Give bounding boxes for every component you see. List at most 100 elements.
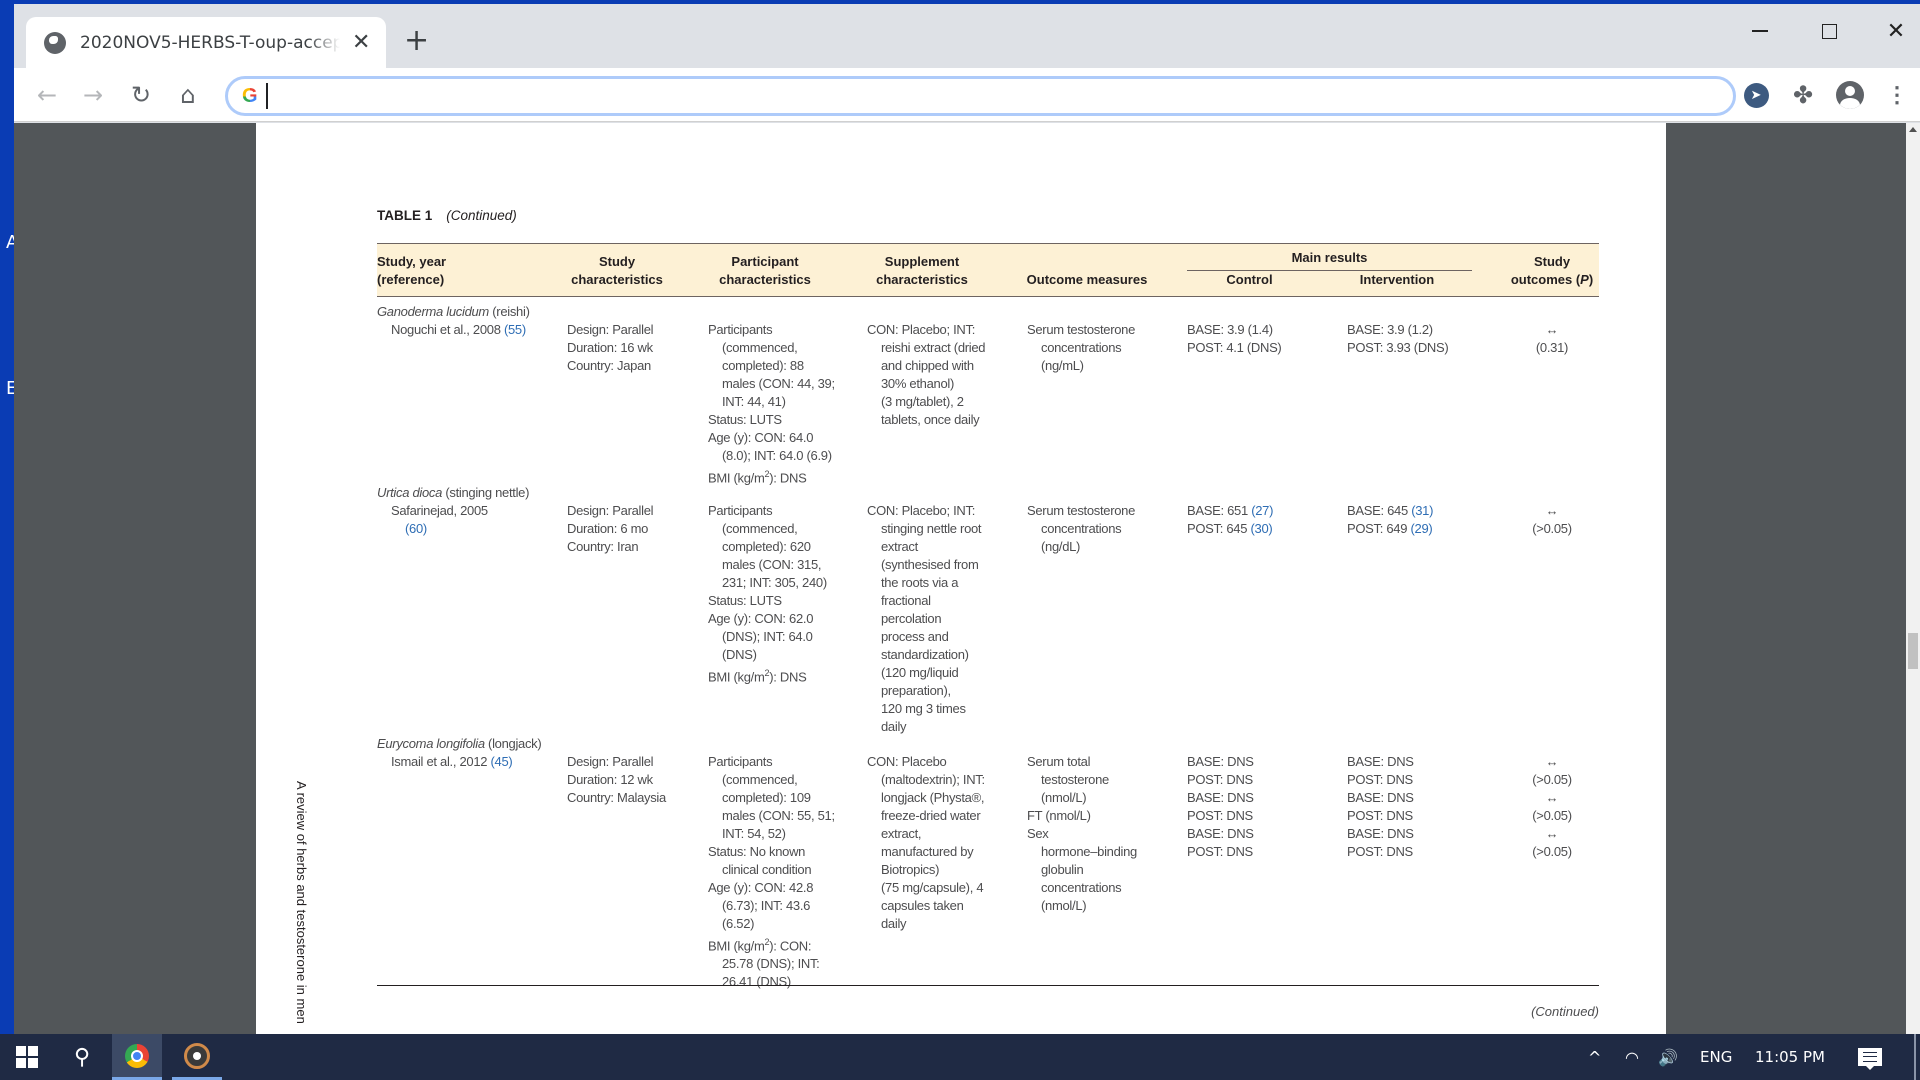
table-row: Urtica dioca (stinging nettle) Safarineja…: [377, 484, 1599, 735]
supplement-characteristics-line: tablets, once daily: [881, 412, 980, 427]
study-reference: Noguchi et al., 2008 (55): [391, 321, 526, 339]
reload-icon[interactable]: ↻: [124, 78, 158, 112]
citation-link[interactable]: (31): [1411, 503, 1433, 518]
control-results-line: POST: 645 (30): [1187, 521, 1273, 536]
participant-characteristics: Participants (commenced, completed): 620 ma…: [708, 502, 827, 686]
header-supplement-characteristics: Supplement characteristics: [876, 254, 968, 287]
intervention-results-line: POST: DNS: [1347, 772, 1413, 787]
taskbar-chrome[interactable]: [112, 1034, 162, 1080]
citation-link[interactable]: (29): [1410, 521, 1432, 536]
address-bar[interactable]: G: [225, 76, 1736, 116]
language-indicator[interactable]: ENG: [1700, 1034, 1732, 1080]
scroll-up-arrow-icon[interactable]: [1909, 127, 1917, 132]
maximize-button[interactable]: [1799, 16, 1859, 46]
volume-icon[interactable]: 🔊: [1658, 1034, 1678, 1080]
tab-document[interactable]: 2020NOV5-HERBS-T-oup-accepted ✕: [26, 17, 386, 68]
supplement-characteristics-line: (maltodextrin); INT:: [881, 772, 985, 787]
minimize-button[interactable]: [1730, 16, 1790, 46]
back-arrow-icon[interactable]: ←: [30, 78, 64, 112]
study-outcome-p-line: (0.31): [1535, 340, 1569, 355]
intervention-results-line: POST: 3.93 (DNS): [1347, 340, 1449, 355]
extension-button[interactable]: ➤: [1741, 80, 1771, 110]
table-row: Eurycoma longifolia (longjack) Ismail et …: [377, 735, 1599, 989]
intervention-results-line: BASE: 645 (31): [1347, 503, 1434, 518]
participant-characteristics-line: (commenced,: [722, 772, 798, 787]
study-characteristics-line: Duration: 6 mo: [567, 521, 649, 536]
outcome-measures-line: Sex: [1027, 826, 1049, 841]
participant-characteristics-line: completed): 88: [722, 358, 804, 373]
supplement-characteristics-line: capsules taken: [881, 898, 964, 913]
start-button[interactable]: [0, 1034, 54, 1080]
outcome-measures-line: (nmol/L): [1041, 790, 1087, 805]
notification-center-icon[interactable]: [1858, 1048, 1882, 1070]
taskbar-media-app[interactable]: [172, 1034, 222, 1080]
supplement-characteristics-line: freeze-dried water: [881, 808, 981, 823]
forward-arrow-icon[interactable]: →: [76, 78, 110, 112]
supplement-characteristics-line: extract: [881, 539, 918, 554]
participant-characteristics-line: INT: 44, 41): [722, 394, 786, 409]
search-button[interactable]: ⚲: [56, 1034, 108, 1080]
control-results-line: POST: 4.1 (DNS): [1187, 340, 1282, 355]
extensions-puzzle-icon[interactable]: ✤: [1788, 80, 1818, 110]
table-body: Ganoderma lucidum (reishi) Noguchi et al.…: [377, 297, 1599, 989]
profile-button[interactable]: [1835, 80, 1865, 110]
close-icon: ✕: [1886, 18, 1906, 44]
citation-link[interactable]: (30): [1250, 521, 1272, 536]
tab-title: 2020NOV5-HERBS-T-oup-accepted: [80, 32, 340, 53]
outcome-measures-line: (nmol/L): [1041, 898, 1087, 913]
supplement-characteristics: CON: Placebo (maltodextrin); INT: longjack…: [867, 753, 985, 933]
supplement-characteristics-line: (synthesised from: [881, 557, 979, 572]
study-outcome-p-line: ↔: [1545, 503, 1559, 518]
outcome-measures-line: FT (nmol/L): [1027, 808, 1091, 823]
participant-characteristics-line: clinical condition: [722, 862, 812, 877]
header-control: Control: [1226, 272, 1273, 287]
scrollbar-thumb[interactable]: [1908, 633, 1918, 669]
supplement-characteristics-line: (75 mg/capsule), 4: [881, 880, 984, 895]
show-desktop-button[interactable]: [1914, 1034, 1916, 1080]
participant-characteristics-line: INT: 54, 52): [722, 826, 786, 841]
intervention-results-line: POST: DNS: [1347, 808, 1413, 823]
citation-link[interactable]: (60): [405, 521, 427, 536]
control-results-line: POST: DNS: [1187, 772, 1253, 787]
intervention-results-line: POST: DNS: [1347, 844, 1413, 859]
participant-characteristics: Participants (commenced, completed): 88 mal…: [708, 321, 835, 487]
participant-characteristics-line: males (CON: 55, 51;: [722, 808, 835, 823]
intervention-results-line: BASE: DNS: [1347, 754, 1414, 769]
maximize-icon: [1821, 23, 1837, 39]
study-characteristics-line: Country: Malaysia: [567, 790, 666, 805]
show-hidden-icons-chevron-icon[interactable]: ^: [1588, 1034, 1601, 1080]
outcome-measures-line: Serum testosterone: [1027, 503, 1136, 518]
study-characteristics-line: Design: Parallel: [567, 503, 654, 518]
clock[interactable]: 11:05 PM: [1755, 1034, 1825, 1080]
vertical-scrollbar[interactable]: [1906, 123, 1920, 1034]
control-results: BASE: 651 (27) POST: 645 (30): [1187, 502, 1273, 538]
table-row: Ganoderma lucidum (reishi) Noguchi et al.…: [377, 303, 1599, 487]
citation-link[interactable]: (55): [504, 322, 526, 337]
study-characteristics-line: Country: Japan: [567, 358, 651, 373]
study-characteristics: Design: Parallel Duration: 16 wk Country: …: [567, 321, 654, 375]
study-characteristics-line: Country: Iran: [567, 539, 639, 554]
home-icon[interactable]: ⌂: [171, 78, 205, 112]
participant-characteristics-line: (DNS); INT: 64.0: [722, 629, 813, 644]
citation-link[interactable]: (27): [1251, 503, 1273, 518]
study-characteristics-line: Design: Parallel: [567, 322, 654, 337]
study-outcome-p-line: ↔: [1545, 322, 1559, 337]
close-tab-icon[interactable]: ✕: [352, 30, 370, 55]
close-window-button[interactable]: ✕: [1866, 16, 1920, 46]
taskbar: ⚲ ^ ◠ 🔊 ENG 11:05 PM: [0, 1034, 1920, 1080]
chrome-icon: [125, 1043, 149, 1068]
participant-characteristics-line: (6.73); INT: 43.6: [722, 898, 811, 913]
menu-kebab-icon[interactable]: ⋮: [1882, 80, 1912, 110]
minimize-icon: [1752, 30, 1768, 32]
participant-characteristics-line: completed): 109: [722, 790, 811, 805]
study-characteristics: Design: Parallel Duration: 12 wk Country: …: [567, 753, 666, 807]
address-input[interactable]: [265, 83, 1666, 109]
citation-link[interactable]: (45): [491, 754, 513, 769]
participant-characteristics-line: Status: LUTS: [708, 412, 782, 427]
new-tab-button[interactable]: +: [404, 26, 429, 56]
participant-characteristics-line: (commenced,: [722, 340, 798, 355]
supplement-characteristics-line: 30% ethanol): [881, 376, 955, 391]
supplement-characteristics-line: preparation),: [881, 683, 951, 698]
outcome-measures-line: concentrations: [1041, 340, 1122, 355]
wifi-icon[interactable]: ◠: [1625, 1034, 1639, 1080]
